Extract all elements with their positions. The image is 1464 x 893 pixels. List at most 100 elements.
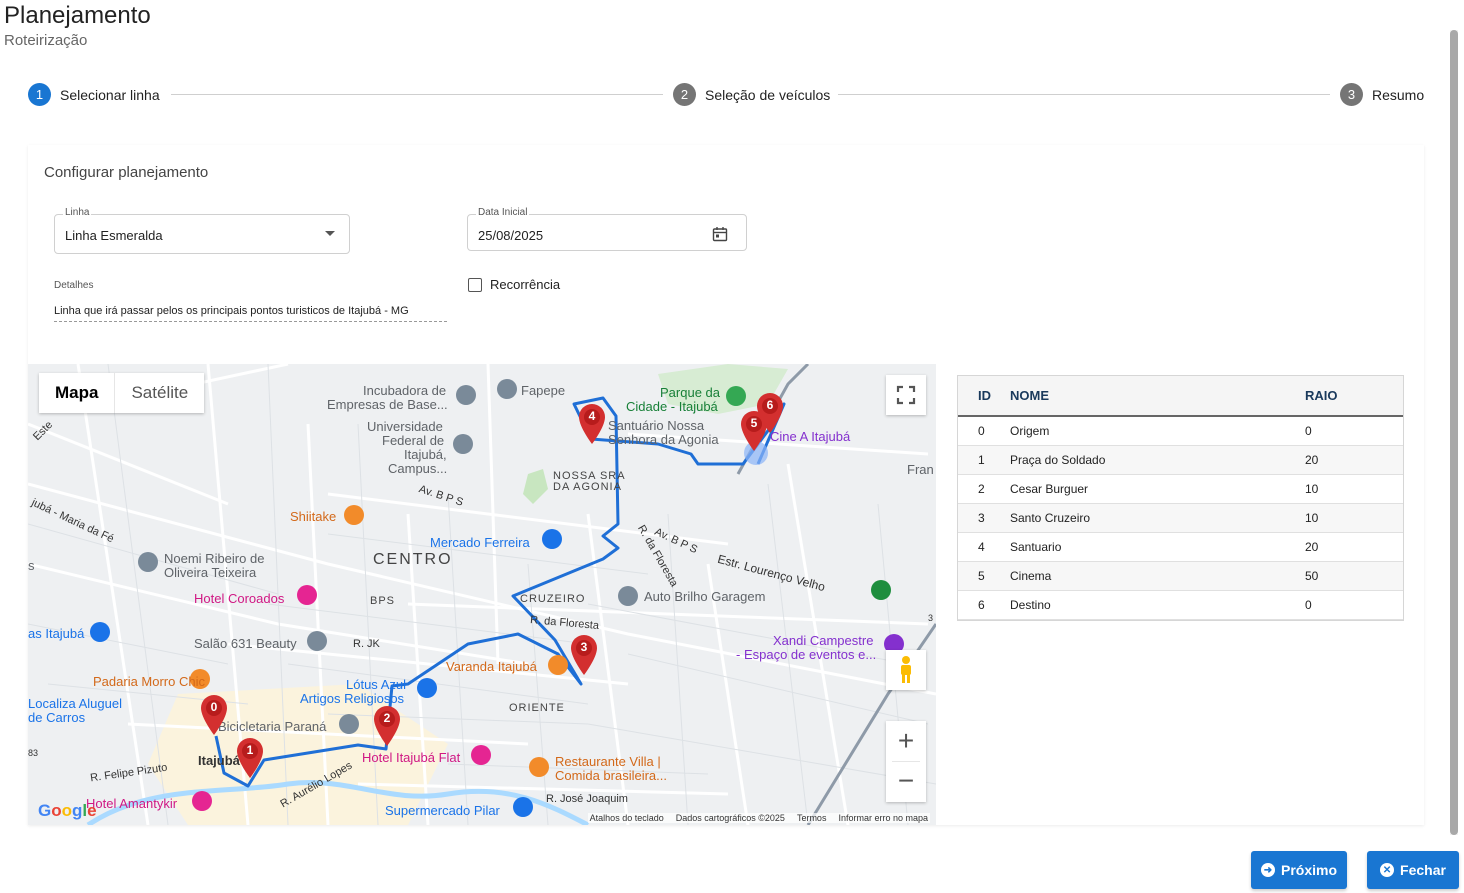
detalhes-label: Detalhes <box>54 280 94 291</box>
map-footer: Atalhos do teclado Dados cartográficos ©… <box>587 813 930 823</box>
route-marker-4[interactable]: 4 <box>577 403 607 445</box>
cell-id: 1 <box>958 445 1010 475</box>
table-row[interactable]: 0 Origem 0 <box>958 416 1403 446</box>
col-header-nome[interactable]: NOME <box>1010 376 1305 417</box>
cell-id: 0 <box>958 416 1010 446</box>
close-icon: ✕ <box>1380 863 1395 877</box>
cell-nome: Origem <box>1010 416 1305 446</box>
cell-raio: 10 <box>1305 474 1403 504</box>
map-label: 83 <box>28 748 39 758</box>
route-marker-2[interactable]: 2 <box>372 705 402 747</box>
marker-number: 6 <box>766 398 774 412</box>
table-row[interactable]: 6 Destino 0 <box>958 590 1403 620</box>
map-label: R. José Joaquim <box>546 793 628 805</box>
table-row[interactable]: 2 Cesar Burguer 10 <box>958 474 1403 504</box>
map-label: Salão 631 Beauty <box>194 636 297 651</box>
map-label: Itajubá, <box>404 447 447 462</box>
map-type-mapa[interactable]: Mapa <box>39 373 114 413</box>
pegman-icon <box>901 656 911 683</box>
table-row[interactable]: 5 Cinema 50 <box>958 561 1403 591</box>
cell-raio: 20 <box>1305 445 1403 475</box>
map-label: Parque da <box>660 385 720 400</box>
divider <box>892 761 920 762</box>
map-label: Shiitake <box>290 509 337 524</box>
map-label: Fapepe <box>521 383 566 398</box>
step-selecao-veiculos[interactable]: 2 Seleção de veículos <box>673 83 830 106</box>
step-number-1: 1 <box>28 83 51 106</box>
map-label: DA AGONIA <box>553 481 622 493</box>
chevron-down-icon <box>325 231 335 236</box>
map-label: Campus... <box>388 461 448 476</box>
keyboard-shortcuts-link[interactable]: Atalhos do teclado <box>590 813 664 823</box>
recorrencia-label: Recorrência <box>490 277 561 292</box>
table-row[interactable]: 3 Santo Cruzeiro 10 <box>958 503 1403 533</box>
col-header-raio[interactable]: RAIO <box>1305 376 1403 417</box>
zoom-out-button[interactable]: − <box>886 761 926 801</box>
map-type-control: Mapa Satélite <box>39 373 205 413</box>
zoom-in-button[interactable]: + <box>886 721 926 761</box>
points-table: ID NOME RAIO 0 Origem 0 1 Praça do Solda… <box>957 375 1404 621</box>
step-connector <box>171 94 663 95</box>
config-card: Configurar planejamento Linha Linha Esme… <box>28 145 1424 825</box>
step-connector <box>838 94 1330 95</box>
checkbox-box[interactable] <box>468 277 482 292</box>
map-label: CRUZEIRO <box>520 593 586 605</box>
cell-nome: Destino <box>1010 590 1305 620</box>
cell-raio: 20 <box>1305 532 1403 562</box>
map-label: ORIENTE <box>509 702 565 714</box>
recorrencia-checkbox[interactable]: Recorrência <box>468 277 560 292</box>
step-number-2: 2 <box>673 83 696 106</box>
street-view-button[interactable] <box>886 650 926 690</box>
cell-id: 3 <box>958 503 1010 533</box>
route-marker-0[interactable]: 0 <box>199 694 229 736</box>
step-number-3: 3 <box>1340 83 1363 106</box>
fullscreen-button[interactable] <box>886 375 926 415</box>
data-inicial-field[interactable]: Data Inicial 25/08/2025 <box>467 207 747 251</box>
map-label: Hotel Itajubá Flat <box>362 750 461 765</box>
detalhes-value[interactable]: Linha que irá passar pelos os principais… <box>54 305 447 322</box>
route-marker-3[interactable]: 3 <box>569 634 599 676</box>
route-marker-1[interactable]: 1 <box>235 737 265 779</box>
map-label: 3 <box>928 613 934 623</box>
table-header-row: ID NOME RAIO <box>958 376 1403 417</box>
data-inicial-label: Data Inicial <box>476 207 530 218</box>
map-label: Localiza Aluguel <box>28 696 122 711</box>
arrow-right-icon: ➜ <box>1260 863 1275 877</box>
map-label: Oliveira Teixeira <box>164 565 257 580</box>
close-button[interactable]: ✕ Fechar <box>1367 851 1459 889</box>
route-marker-6[interactable]: 6 <box>755 392 785 434</box>
cell-nome: Santuario <box>1010 532 1305 562</box>
cell-id: 5 <box>958 561 1010 591</box>
terms-link[interactable]: Termos <box>797 813 827 823</box>
report-error-link[interactable]: Informar erro no mapa <box>838 813 928 823</box>
linha-value: Linha Esmeralda <box>65 228 163 243</box>
linha-select[interactable]: Linha Linha Esmeralda <box>54 207 350 254</box>
scrollbar-thumb[interactable] <box>1450 30 1458 835</box>
page-title: Planejamento <box>4 2 151 29</box>
cell-raio: 0 <box>1305 416 1403 446</box>
calendar-icon[interactable] <box>712 226 728 242</box>
step-label: Seleção de veículos <box>705 86 831 103</box>
config-title: Configurar planejamento <box>44 164 209 181</box>
table-row[interactable]: 4 Santuario 20 <box>958 532 1403 562</box>
map-label: Mercado Ferreira <box>430 535 530 550</box>
map-label: as Itajubá <box>28 626 85 641</box>
map-label: s <box>28 558 35 573</box>
map-label: R. JK <box>353 638 380 650</box>
next-label: Próximo <box>1280 862 1337 878</box>
cell-raio: 50 <box>1305 561 1403 591</box>
cell-id: 4 <box>958 532 1010 562</box>
col-header-id[interactable]: ID <box>958 376 1010 417</box>
next-button[interactable]: ➜ Próximo <box>1251 851 1347 889</box>
map-label: Federal de <box>382 433 445 448</box>
step-label: Resumo <box>1372 86 1425 103</box>
map-label: Hotel Coroados <box>194 591 285 606</box>
map-label: Comida brasileira... <box>555 768 667 783</box>
map-type-satelite[interactable]: Satélite <box>114 373 204 413</box>
google-logo: Google <box>38 801 97 820</box>
route-map[interactable]: Incubadora de Empresas de Base... Fapepe… <box>28 364 936 825</box>
table-row[interactable]: 1 Praça do Soldado 20 <box>958 445 1403 475</box>
map-label: Bicicletaria Paraná <box>218 719 327 734</box>
step-resumo[interactable]: 3 Resumo <box>1340 83 1424 106</box>
step-selecionar-linha[interactable]: 1 Selecionar linha <box>28 83 160 106</box>
